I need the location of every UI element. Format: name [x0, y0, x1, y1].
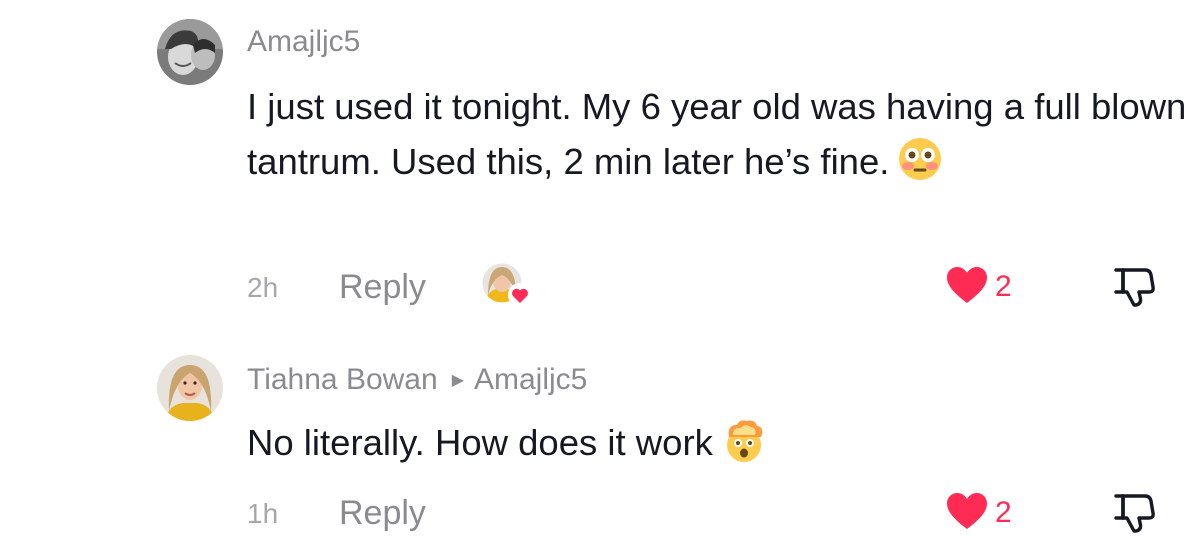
avatar[interactable] [157, 19, 223, 85]
comment-meta: 2h Reply 2 [247, 262, 1187, 310]
avatar[interactable] [157, 355, 223, 421]
reply-username-line: Tiahna Bowan ▶ Amajljc5 [247, 362, 587, 399]
comment-username[interactable]: Tiahna Bowan [247, 363, 438, 396]
reply-arrow-icon: ▶ [451, 372, 464, 389]
thumbs-down-icon[interactable] [1112, 490, 1158, 536]
like-button[interactable]: 2 [945, 491, 1012, 535]
comment-text: No literally. How does it work [247, 422, 713, 463]
comment-meta: 1h Reply 2 [247, 490, 1187, 536]
comment-text-container: No literally. How does it work [247, 415, 1187, 470]
comment-time: 2h [247, 272, 279, 303]
thumbs-down-icon[interactable] [1112, 264, 1158, 310]
creator-liked-badge [480, 261, 532, 309]
heart-icon [945, 491, 989, 536]
flushed-face-emoji [897, 136, 943, 182]
comment-text: I just used it tonight. My 6 year old wa… [247, 86, 1187, 182]
like-count: 2 [995, 496, 1012, 529]
comment-username[interactable]: Amajljc5 [247, 24, 360, 60]
like-count: 2 [995, 270, 1012, 303]
reply-button[interactable]: Reply [339, 493, 426, 533]
comment-text-container: I just used it tonight. My 6 year old wa… [247, 79, 1187, 189]
reply-button[interactable]: Reply [339, 267, 426, 307]
comment-time: 1h [247, 498, 279, 529]
reply-to-username[interactable]: Amajljc5 [474, 363, 587, 396]
like-button[interactable]: 2 [945, 265, 1012, 309]
heart-icon [945, 265, 989, 310]
exploding-head-emoji [721, 417, 767, 463]
